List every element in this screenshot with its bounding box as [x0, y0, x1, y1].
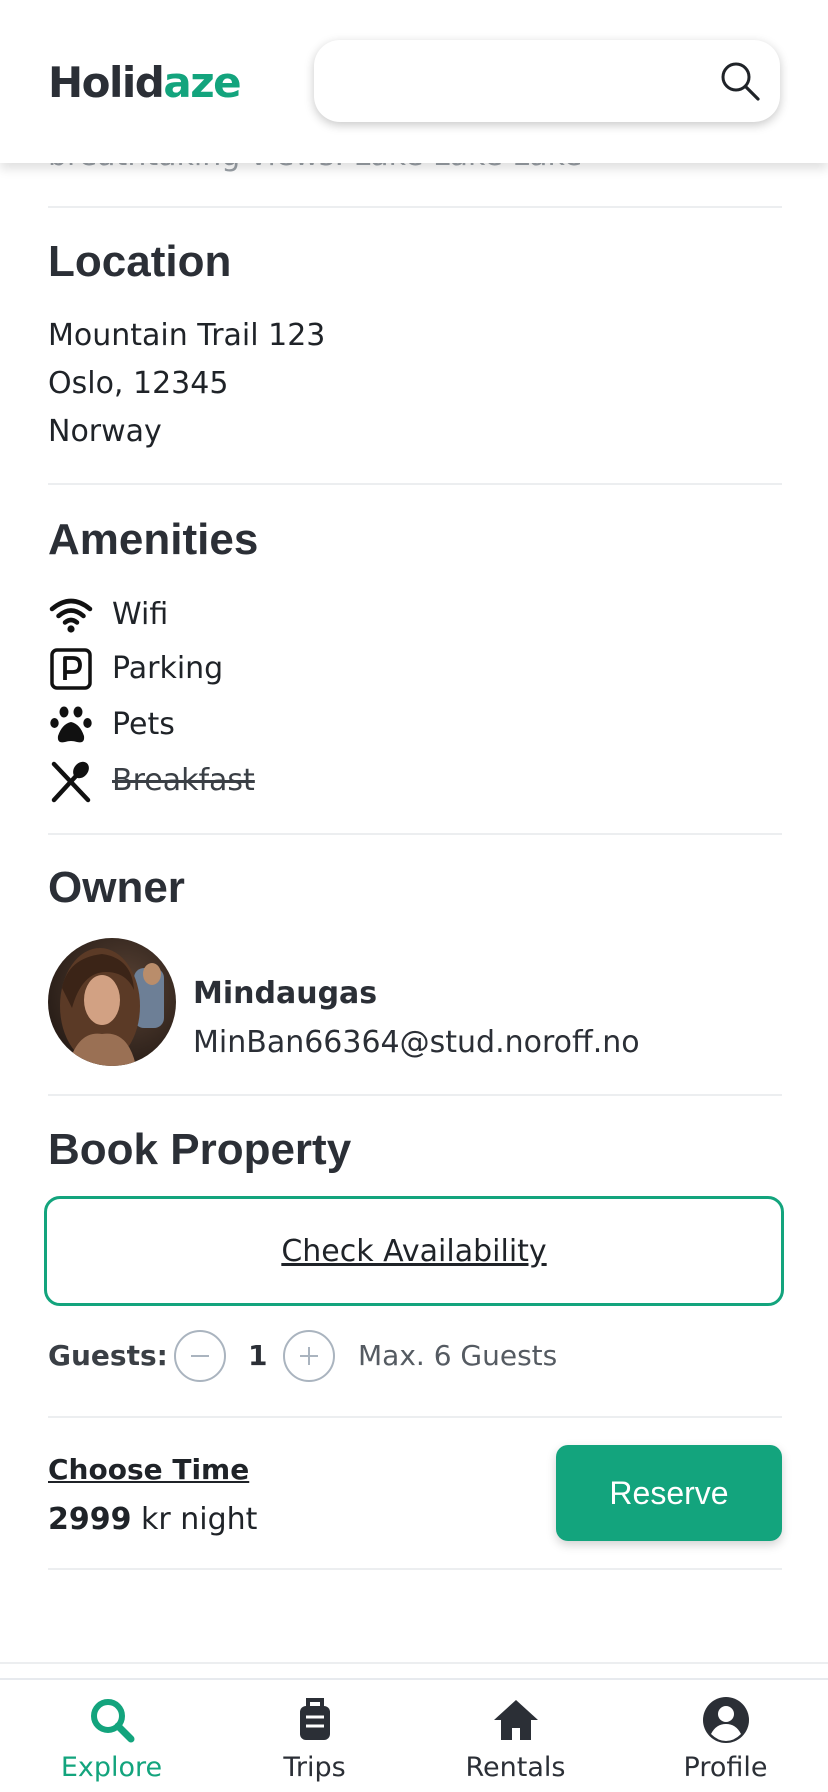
- section-divider: [48, 483, 782, 485]
- price-amount: 2999: [48, 1502, 132, 1537]
- book-property-heading: Book Property: [48, 1125, 352, 1174]
- decrease-guests-button[interactable]: [174, 1330, 226, 1382]
- section-divider: [48, 1416, 782, 1418]
- reserve-label: Reserve: [609, 1474, 729, 1511]
- search-icon[interactable]: [718, 59, 762, 103]
- max-guests-text: Max. 6 Guests: [358, 1339, 558, 1372]
- brand-logo[interactable]: Holidaze: [48, 56, 242, 110]
- increase-guests-button[interactable]: [283, 1330, 335, 1382]
- nav-explore[interactable]: Explore: [8, 1680, 215, 1792]
- top-header: Holidaze: [0, 0, 828, 163]
- luggage-icon: [300, 1698, 330, 1740]
- section-divider: [48, 833, 782, 835]
- nav-label: Profile: [683, 1752, 768, 1783]
- owner-avatar[interactable]: [48, 938, 176, 1066]
- minus-icon: [191, 1355, 209, 1357]
- amenity-parking: Parking: [48, 646, 548, 692]
- owner-heading: Owner: [48, 863, 185, 912]
- city-line: Oslo, 12345: [48, 366, 229, 401]
- guests-label: Guests:: [48, 1339, 168, 1372]
- nav-profile[interactable]: Profile: [622, 1680, 828, 1792]
- brand-logo-part2: aze: [163, 58, 241, 107]
- amenity-breakfast: Breakfast: [48, 758, 548, 804]
- user-circle-icon: [703, 1697, 749, 1743]
- section-divider: [0, 1662, 828, 1664]
- search-bar[interactable]: [314, 40, 780, 122]
- utensils-icon: [51, 761, 91, 803]
- search-icon: [91, 1699, 135, 1743]
- amenity-pets: Pets: [48, 702, 548, 748]
- location-heading: Location: [48, 237, 232, 286]
- bottom-navigation: Explore Trips Rentals Profile: [0, 1678, 828, 1792]
- nav-trips[interactable]: Trips: [211, 1680, 418, 1792]
- home-icon: [494, 1700, 538, 1740]
- nav-label: Explore: [60, 1752, 163, 1783]
- plus-icon: [300, 1347, 318, 1365]
- country-line: Norway: [48, 414, 162, 449]
- amenity-label: Wifi: [112, 597, 169, 632]
- section-divider: [48, 1568, 782, 1570]
- amenities-heading: Amenities: [48, 515, 259, 564]
- owner-name: Mindaugas: [193, 976, 378, 1011]
- amenity-label: Parking: [112, 651, 224, 686]
- nav-label: Rentals: [465, 1752, 566, 1783]
- nav-label: Trips: [283, 1752, 346, 1783]
- brand-logo-part1: Holid: [48, 58, 165, 107]
- section-divider: [48, 1094, 782, 1096]
- check-availability-button[interactable]: Check Availability: [44, 1196, 784, 1306]
- check-availability-label: Check Availability: [281, 1233, 547, 1269]
- owner-email[interactable]: MinBan66364@stud.noroff.no: [193, 1023, 640, 1063]
- wifi-icon: [49, 598, 93, 633]
- nav-rentals[interactable]: Rentals: [412, 1680, 619, 1792]
- avatar-image: [48, 938, 176, 1066]
- guest-count: 1: [248, 1339, 268, 1372]
- amenity-label: Breakfast: [112, 763, 255, 798]
- amenity-wifi: Wifi: [48, 592, 548, 638]
- section-divider: [48, 206, 782, 208]
- price-suffix: kr night: [131, 1502, 258, 1537]
- amenity-label: Pets: [112, 707, 175, 742]
- parking-icon: [50, 648, 92, 690]
- search-input[interactable]: [338, 58, 698, 104]
- choose-time-link[interactable]: Choose Time: [48, 1450, 249, 1490]
- price-text: 2999 kr night: [48, 1500, 257, 1540]
- paw-icon: [50, 706, 92, 743]
- address-line: Mountain Trail 123: [48, 318, 326, 353]
- reserve-button[interactable]: Reserve: [556, 1445, 782, 1541]
